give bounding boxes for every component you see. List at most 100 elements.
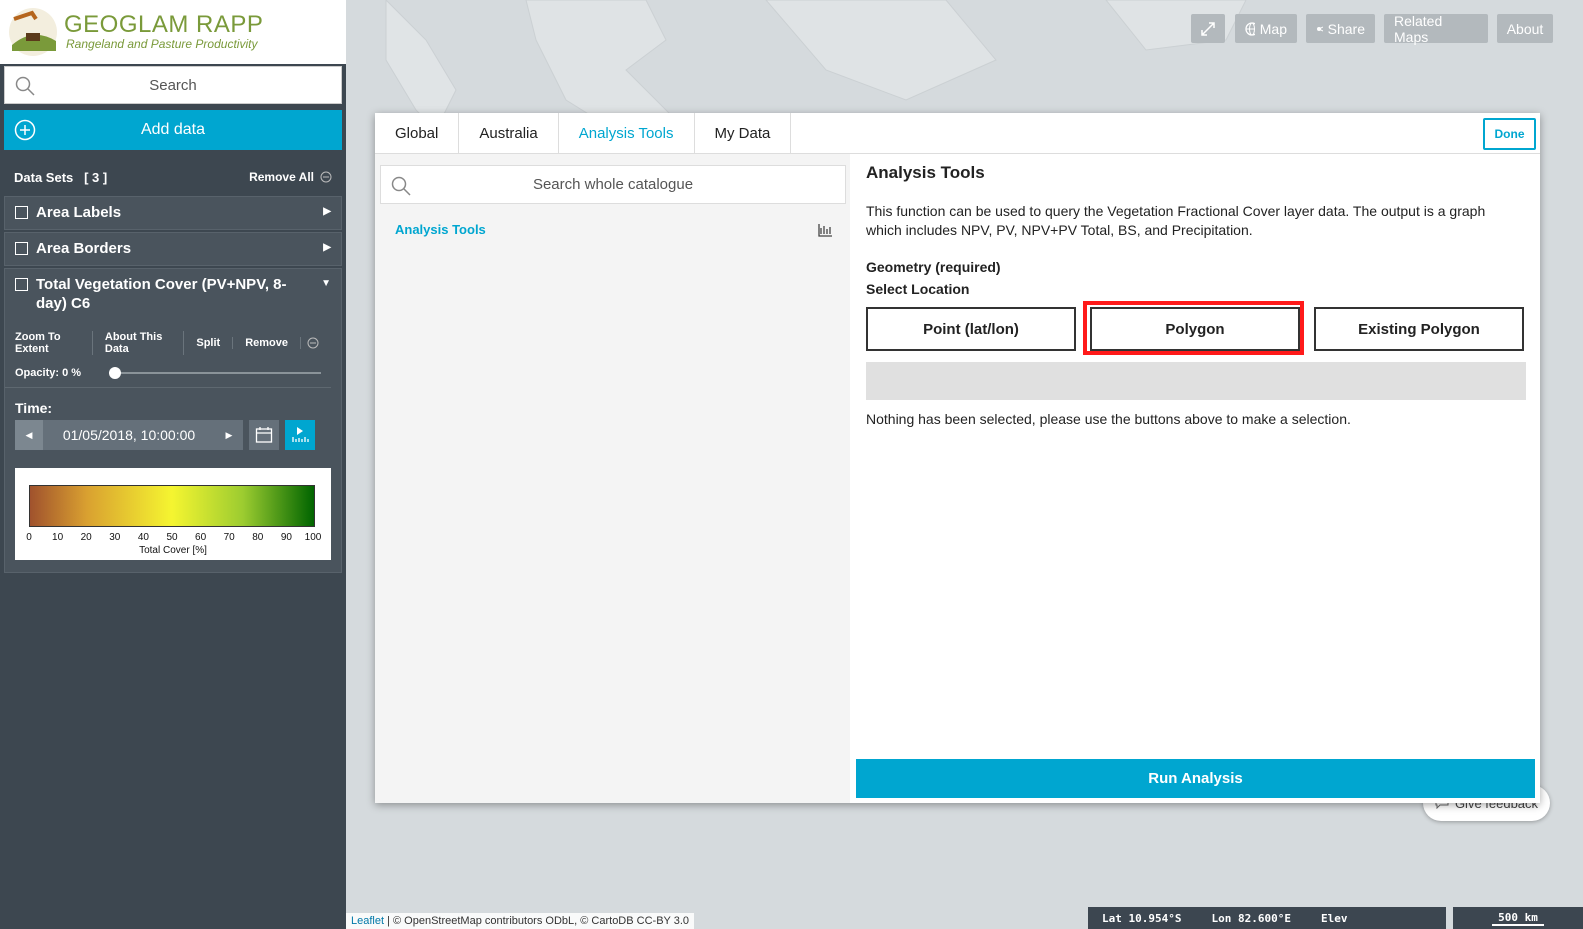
legend-tick: 80 — [252, 532, 264, 543]
layer-checkbox[interactable] — [15, 242, 28, 255]
add-data-button[interactable]: Add data — [4, 110, 342, 150]
catalogue-item-analysis-tools[interactable]: Analysis Tools — [395, 222, 486, 237]
tab-analysis-tools[interactable]: Analysis Tools — [559, 113, 695, 153]
about-label: About — [1506, 20, 1544, 37]
map-button-label: Map — [1259, 20, 1287, 37]
legend-tick: 0 — [26, 532, 32, 543]
panel-title: Analysis Tools — [866, 163, 985, 182]
about-button[interactable]: About — [1497, 14, 1553, 43]
catalogue-search-input[interactable]: Search whole catalogue — [380, 165, 846, 204]
layer-tools: Zoom To Extent About This Data Split Rem… — [5, 319, 341, 361]
chevron-down-icon[interactable]: ▼ — [321, 278, 331, 289]
datasets-label: Data Sets — [14, 169, 74, 185]
point-lat-lon-button[interactable]: Point (lat/lon) — [866, 307, 1076, 351]
layer-area-labels[interactable]: Area Labels ▶ — [4, 196, 342, 230]
time-value[interactable]: 01/05/2018, 10:00:00 — [43, 427, 215, 443]
legend-tick: 90 — [280, 532, 292, 543]
layer-area-borders[interactable]: Area Borders ▶ — [4, 232, 342, 266]
legend-tick: 20 — [80, 532, 92, 543]
nothing-selected-message: Nothing has been selected, please use th… — [866, 411, 1351, 427]
caret-left-icon: ◀ — [25, 429, 33, 440]
search-icon — [15, 76, 35, 96]
timeline-play-button[interactable] — [285, 420, 315, 450]
location-bar: Lat 10.954°S Lon 82.600°E Elev — [1088, 907, 1446, 929]
layer-legend: 0 10 20 30 40 50 60 70 80 90 100 Total C… — [15, 468, 331, 560]
layer-name: Total Vegetation Cover (PV+NPV, 8-day) C… — [36, 276, 287, 312]
bar-chart-icon[interactable] — [817, 222, 833, 238]
legend-tick: 40 — [137, 532, 149, 543]
add-data-label: Add data — [140, 121, 206, 138]
sidebar-search-input[interactable]: Search — [4, 66, 342, 104]
globe-icon — [1245, 21, 1255, 36]
remove-all-button[interactable]: Remove All — [249, 170, 332, 184]
map-button[interactable]: Map — [1235, 14, 1297, 43]
remove-label: Remove — [245, 337, 301, 349]
search-icon — [391, 176, 411, 196]
layer-name: Area Labels — [36, 204, 122, 221]
opacity-control: Opacity: 0 % — [5, 361, 331, 388]
layer-checkbox[interactable] — [15, 206, 28, 219]
next-time-button[interactable]: ▶ — [215, 420, 243, 450]
layer-checkbox[interactable] — [15, 278, 28, 291]
datasets-header: Data Sets [ 3 ] Remove All — [0, 160, 346, 194]
done-button[interactable]: Done — [1483, 118, 1536, 150]
expand-icon — [1201, 21, 1215, 36]
layer-total-vegetation-cover[interactable]: Total Vegetation Cover (PV+NPV, 8-day) C… — [4, 268, 342, 573]
previous-time-button[interactable]: ◀ — [15, 420, 43, 450]
caret-right-icon: ▶ — [225, 429, 233, 440]
chevron-right-icon[interactable]: ▶ — [323, 206, 331, 217]
related-maps-label: Related Maps — [1394, 12, 1443, 45]
remove-circle-icon — [320, 171, 332, 183]
scale-label: 500 km — [1492, 911, 1544, 926]
logo-subtitle: Rangeland and Pasture Productivity — [66, 37, 258, 51]
run-analysis-button[interactable]: Run Analysis — [856, 759, 1535, 798]
opacity-slider-knob[interactable] — [109, 367, 122, 379]
layer-name: Area Borders — [36, 240, 132, 257]
leaflet-link[interactable]: Leaflet — [351, 915, 384, 927]
remove-all-label: Remove All — [249, 170, 314, 184]
calendar-button[interactable] — [249, 420, 279, 450]
map-attribution: Leaflet | © OpenStreetMap contributors O… — [346, 913, 695, 929]
sidebar: GEOGLAM RAPP Rangeland and Pasture Produ… — [0, 0, 346, 929]
catalogue-list-pane: Search whole catalogue Analysis Tools — [375, 154, 850, 803]
calendar-icon — [255, 427, 273, 443]
fullscreen-button[interactable] — [1191, 14, 1225, 43]
remove-circle-icon — [307, 337, 319, 349]
analysis-tools-pane: Analysis Tools This function can be used… — [866, 154, 1526, 427]
zoom-to-extent-button[interactable]: Zoom To Extent — [15, 331, 93, 355]
split-button[interactable]: Split — [184, 337, 234, 349]
tab-global[interactable]: Global — [375, 113, 460, 153]
time-picker: ◀ 01/05/2018, 10:00:00 ▶ — [15, 420, 243, 450]
existing-polygon-button[interactable]: Existing Polygon — [1314, 307, 1524, 351]
tab-australia[interactable]: Australia — [459, 113, 559, 153]
select-location-label: Select Location — [866, 281, 970, 297]
add-circle-icon — [14, 119, 36, 141]
share-button-label: Share — [1327, 20, 1365, 37]
search-placeholder: Search — [149, 76, 197, 94]
remove-layer-button[interactable]: Remove — [233, 337, 331, 349]
opacity-label: Opacity: 0 % — [15, 367, 82, 379]
chevron-right-icon[interactable]: ▶ — [323, 242, 331, 253]
share-button[interactable]: Share — [1306, 14, 1375, 43]
opacity-slider[interactable] — [109, 367, 321, 379]
tab-my-data[interactable]: My Data — [695, 113, 792, 153]
catalogue-tabs: Global Australia Analysis Tools My Data — [375, 113, 1540, 154]
about-data-button[interactable]: About This Data — [93, 331, 185, 355]
datasets-count: [ 3 ] — [84, 169, 108, 185]
geometry-label: Geometry (required) — [866, 259, 1001, 275]
catalogue-search-placeholder: Search whole catalogue — [532, 176, 694, 193]
attribution-text: | © OpenStreetMap contributors ODbL, © C… — [384, 915, 690, 927]
legend-tick: 70 — [223, 532, 235, 543]
logo-title: GEOGLAM RAPP — [64, 11, 264, 38]
app-logo[interactable]: GEOGLAM RAPP Rangeland and Pasture Produ… — [0, 0, 346, 64]
legend-tick: 60 — [195, 532, 207, 543]
play-timeline-icon — [292, 427, 309, 442]
legend-tick: 10 — [52, 532, 64, 543]
legend-tick: 50 — [166, 532, 178, 543]
time-control: ◀ 01/05/2018, 10:00:00 ▶ — [5, 420, 341, 450]
scale-bar: 500 km — [1453, 907, 1583, 929]
legend-colorbar — [29, 485, 315, 527]
legend-caption: Total Cover [%] — [139, 545, 207, 556]
related-maps-button[interactable]: Related Maps — [1384, 12, 1488, 45]
data-catalogue-modal: Global Australia Analysis Tools My Data … — [375, 113, 1540, 803]
